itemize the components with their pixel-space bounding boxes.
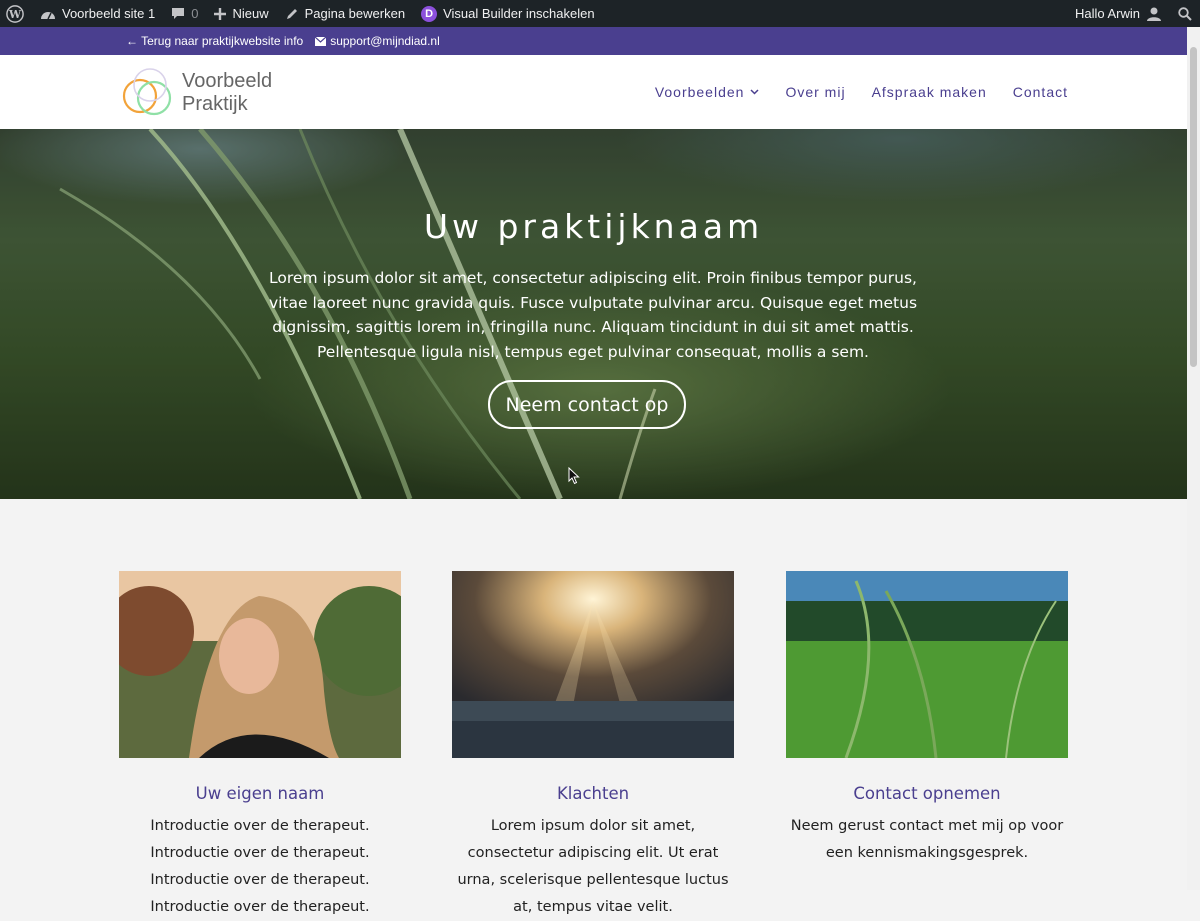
page-scrollbar[interactable] — [1187, 27, 1200, 890]
contact-cta-button[interactable]: Neem contact op — [488, 380, 686, 429]
search-icon — [1178, 6, 1192, 21]
card-complaints: Klachten Lorem ipsum dolor sit amet, con… — [452, 571, 734, 921]
nav-item-afspraak-maken[interactable]: Afspraak maken — [872, 84, 987, 100]
comment-icon — [172, 8, 185, 19]
hero-title: Uw praktijknaam — [423, 207, 764, 246]
user-account-link[interactable]: Hallo Arwin — [1067, 0, 1170, 27]
support-email: support@mijndiad.nl — [330, 34, 440, 48]
wordpress-logo-icon[interactable]: W — [0, 0, 32, 27]
visual-builder-label: Visual Builder inschakelen — [443, 6, 595, 21]
therapist-photo — [119, 571, 401, 758]
site-name-link[interactable]: Voorbeeld site 1 — [32, 0, 163, 27]
hero-text: Lorem ipsum dolor sit amet, consectetur … — [268, 269, 918, 361]
svg-text:W: W — [8, 8, 22, 21]
visual-builder-link[interactable]: D Visual Builder inschakelen — [413, 0, 603, 27]
main-nav: Voorbeelden Over mij Afspraak maken Cont… — [655, 55, 1068, 129]
pencil-icon — [286, 8, 297, 19]
card-text: Neem gerust contact met mij op voor een … — [790, 818, 1064, 861]
nav-item-label: Voorbeelden — [654, 84, 745, 100]
user-avatar-icon — [1147, 7, 1161, 21]
new-content-link[interactable]: Nieuw — [206, 0, 276, 27]
back-to-info-link[interactable]: ← Terug naar praktijkwebsite info — [126, 34, 303, 48]
divi-icon: D — [421, 5, 438, 22]
sunlight-forest-photo — [452, 571, 734, 758]
chevron-down-icon — [750, 89, 759, 95]
comments-count: 0 — [191, 6, 199, 21]
site-header: Voorbeeld Praktijk Voorbeelden Over mij … — [0, 55, 1187, 129]
edit-label: Pagina bewerken — [304, 6, 406, 21]
nav-item-over-mij[interactable]: Over mij — [785, 84, 845, 100]
plus-icon — [214, 7, 227, 20]
card-title: Uw eigen naam — [195, 784, 325, 803]
logo-circles-icon — [122, 68, 172, 116]
support-email-link[interactable]: support@mijndiad.nl — [315, 34, 440, 48]
envelope-icon — [315, 36, 327, 46]
card-contact: Contact opnemen Neem gerust contact met … — [786, 571, 1068, 867]
site-logo[interactable]: Voorbeeld Praktijk — [120, 65, 272, 121]
logo-line2: Praktijk — [182, 93, 248, 115]
new-label: Nieuw — [232, 6, 269, 21]
card-text: Lorem ipsum dolor sit amet, consectetur … — [457, 818, 729, 915]
nav-item-contact[interactable]: Contact — [1013, 84, 1068, 100]
nav-item-voorbeelden[interactable]: Voorbeelden — [655, 84, 760, 100]
dashboard-icon — [41, 11, 55, 19]
admin-search-button[interactable] — [1170, 0, 1200, 27]
grass-field-photo — [786, 571, 1068, 758]
card-title: Klachten — [556, 784, 630, 803]
edit-page-link[interactable]: Pagina bewerken — [277, 0, 413, 27]
wp-admin-bar: W Voorbeeld site 1 0 Nieuw Pagina bewerk… — [0, 0, 1200, 27]
secondary-top-bar: ← Terug naar praktijkwebsite info suppor… — [0, 27, 1187, 55]
intro-cards-section: Uw eigen naam Introductie over de therap… — [0, 499, 1187, 915]
user-greeting: Hallo Arwin — [1074, 6, 1140, 21]
site-name: Voorbeeld site 1 — [62, 6, 156, 21]
logo-line1: Voorbeeld — [182, 70, 273, 92]
scrollbar-thumb[interactable] — [1190, 47, 1197, 367]
mouse-cursor-icon — [568, 467, 580, 485]
comments-link[interactable]: 0 — [163, 0, 206, 27]
hero-section: Uw praktijknaam Lorem ipsum dolor sit am… — [0, 129, 1187, 499]
card-title: Contact opnemen — [853, 784, 1001, 803]
card-text: Introductie over de therapeut. Introduct… — [150, 818, 370, 915]
card-therapist: Uw eigen naam Introductie over de therap… — [119, 571, 401, 921]
